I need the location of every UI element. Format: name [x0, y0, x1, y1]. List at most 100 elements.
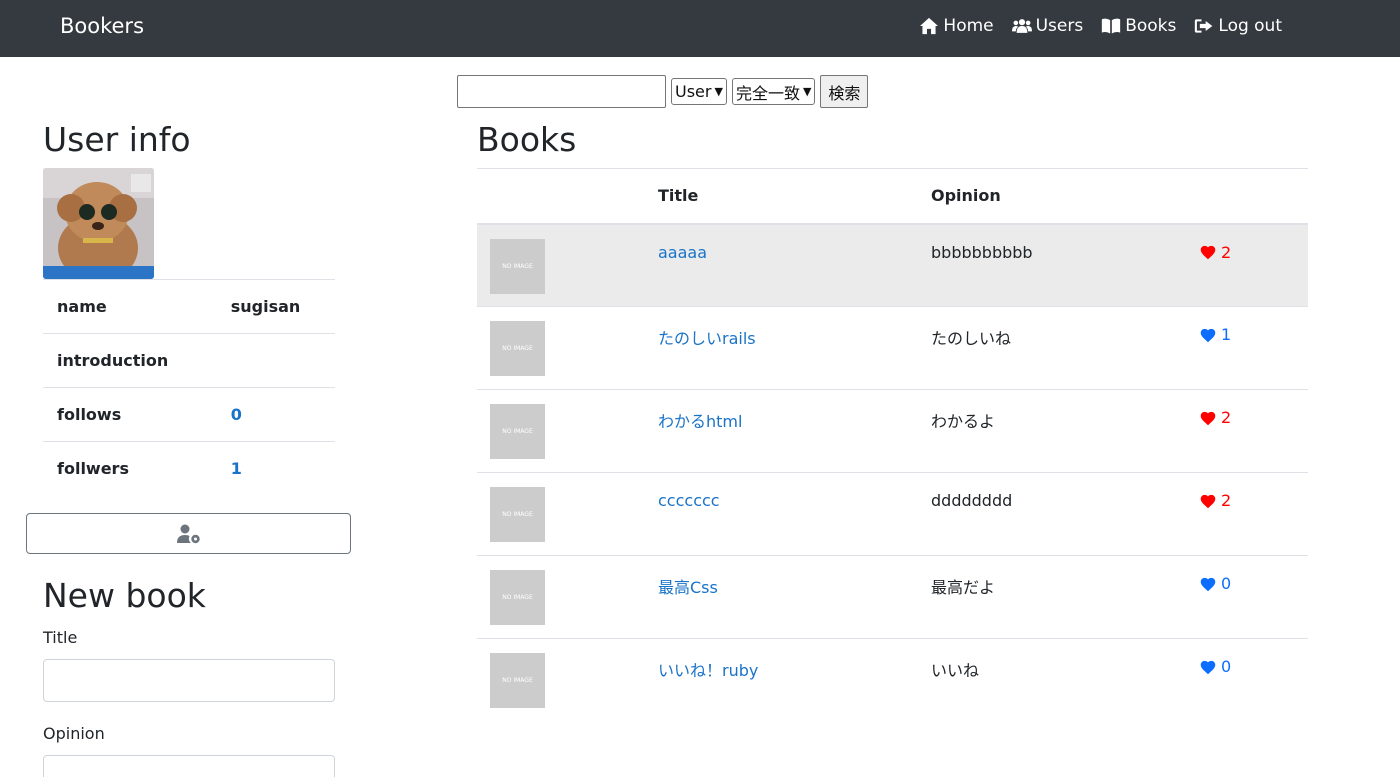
book-title-link[interactable]: 最高Css [658, 578, 718, 597]
book-row: NO IMAGE ccccccc dddddddd 2 [477, 472, 1308, 556]
nav-logout-link[interactable]: Log out [1194, 16, 1282, 36]
book-favorite-cell: 0 [1199, 555, 1308, 639]
favorite-button[interactable]: 2 [1199, 243, 1308, 262]
favorite-count: 0 [1221, 574, 1232, 593]
book-favorite-cell: 2 [1199, 223, 1308, 307]
no-image-placeholder[interactable]: NO IMAGE [490, 404, 545, 459]
search-form: User ▼ 完全一致 ▼ 検索 [457, 75, 869, 108]
favorite-count: 2 [1221, 491, 1232, 510]
book-favorite-cell: 0 [1199, 638, 1308, 722]
book-opinion: いいね [931, 638, 1199, 722]
info-label: follows [43, 387, 231, 442]
no-image-placeholder[interactable]: NO IMAGE [490, 653, 545, 708]
opinion-field[interactable] [43, 755, 335, 777]
search-method-select[interactable]: 完全一致 ▼ [731, 78, 816, 105]
column-header-title: Title [658, 168, 931, 225]
favorite-button[interactable]: 0 [1199, 574, 1308, 593]
navbar: Bookers Home Users Books Log out [0, 0, 1400, 57]
search-button[interactable]: 検索 [820, 75, 869, 108]
column-header-image [477, 168, 658, 225]
nav-users-link[interactable]: Users [1011, 16, 1084, 36]
favorite-button[interactable]: 1 [1199, 325, 1308, 344]
users-icon [1011, 19, 1032, 33]
book-icon [1102, 18, 1121, 34]
followers-count-link[interactable]: 1 [231, 459, 242, 478]
book-title-cell: aaaaa [658, 223, 931, 307]
nav-logout-label: Log out [1218, 16, 1282, 36]
title-label: Title [43, 628, 78, 647]
edit-profile-button[interactable] [26, 513, 351, 554]
user-info-table: name sugisan introduction follows 0 foll… [43, 279, 335, 496]
no-image-text: NO IMAGE [502, 428, 533, 435]
chevron-down-icon: ▼ [802, 85, 812, 98]
book-opinion: bbbbbbbbbb [931, 223, 1199, 307]
chevron-down-icon: ▼ [714, 85, 723, 98]
book-image-cell: NO IMAGE [477, 389, 658, 473]
no-image-text: NO IMAGE [502, 511, 533, 518]
favorite-button[interactable]: 0 [1199, 657, 1308, 676]
heart-icon [1200, 245, 1216, 260]
nav-links: Home Users Books Log out [919, 16, 1282, 36]
book-favorite-cell: 1 [1199, 306, 1308, 390]
nav-home-link[interactable]: Home [919, 16, 994, 36]
book-opinion: たのしいね [931, 306, 1199, 390]
book-row: NO IMAGE わかるhtml わかるよ 2 [477, 389, 1308, 473]
no-image-placeholder[interactable]: NO IMAGE [490, 321, 545, 376]
user-info-row: follwers 1 [43, 441, 335, 496]
info-introduction-value [230, 333, 335, 388]
search-model-value: User [675, 82, 712, 101]
book-title-cell: いいね！ruby [658, 638, 931, 722]
no-image-placeholder[interactable]: NO IMAGE [490, 570, 545, 625]
follows-count-link[interactable]: 0 [231, 405, 242, 424]
opinion-label: Opinion [43, 724, 105, 743]
book-favorite-cell: 2 [1199, 389, 1308, 473]
no-image-text: NO IMAGE [502, 594, 533, 601]
no-image-placeholder[interactable]: NO IMAGE [490, 487, 545, 542]
search-model-select[interactable]: User ▼ [671, 78, 727, 105]
book-title-cell: たのしいrails [658, 306, 931, 390]
book-image-cell: NO IMAGE [477, 638, 658, 722]
user-info-section: User info [43, 120, 335, 159]
book-title-link[interactable]: ccccccc [658, 491, 720, 510]
no-image-placeholder[interactable]: NO IMAGE [490, 238, 545, 294]
book-opinion: dddddddd [931, 472, 1199, 556]
column-header-favorite [1199, 168, 1308, 225]
favorite-count: 1 [1221, 325, 1232, 344]
heart-icon [1200, 577, 1216, 591]
book-title-link[interactable]: いいね！ruby [658, 661, 758, 680]
favorite-count: 2 [1221, 408, 1232, 427]
book-image-cell: NO IMAGE [477, 472, 658, 556]
search-input[interactable] [457, 75, 666, 108]
info-label: name [43, 279, 231, 334]
nav-home-label: Home [943, 16, 994, 36]
brand-link[interactable]: Bookers [60, 14, 144, 38]
avatar [43, 168, 154, 279]
nav-books-link[interactable]: Books [1101, 16, 1176, 36]
nav-books-label: Books [1125, 16, 1177, 36]
book-title-link[interactable]: aaaaa [658, 243, 707, 262]
books-table-header: Title Opinion [477, 168, 1308, 225]
nav-users-label: Users [1035, 16, 1084, 36]
no-image-text: NO IMAGE [502, 345, 533, 352]
favorite-count: 2 [1221, 242, 1232, 262]
heart-icon [1200, 411, 1216, 425]
user-info-heading: User info [43, 120, 191, 159]
favorite-button[interactable]: 2 [1199, 408, 1308, 427]
new-book-heading: New book [43, 576, 206, 615]
favorite-button[interactable]: 2 [1199, 491, 1308, 510]
book-title-link[interactable]: わかるhtml [658, 412, 742, 431]
book-title-cell: わかるhtml [658, 389, 931, 473]
heart-icon [1200, 328, 1216, 342]
book-image-cell: NO IMAGE [477, 223, 658, 307]
search-method-value: 完全一致 [735, 83, 800, 103]
book-opinion: わかるよ [931, 389, 1199, 473]
book-row: NO IMAGE 最高Css 最高だよ 0 [477, 555, 1308, 639]
title-field[interactable] [43, 659, 335, 702]
book-image-cell: NO IMAGE [477, 306, 658, 390]
book-row: NO IMAGE たのしいrails たのしいね 1 [477, 306, 1308, 390]
no-image-text: NO IMAGE [502, 677, 533, 684]
books-heading: Books [477, 120, 577, 159]
book-title-link[interactable]: たのしいrails [658, 329, 756, 348]
user-info-row: name sugisan [43, 279, 335, 334]
info-label: introduction [43, 333, 231, 388]
